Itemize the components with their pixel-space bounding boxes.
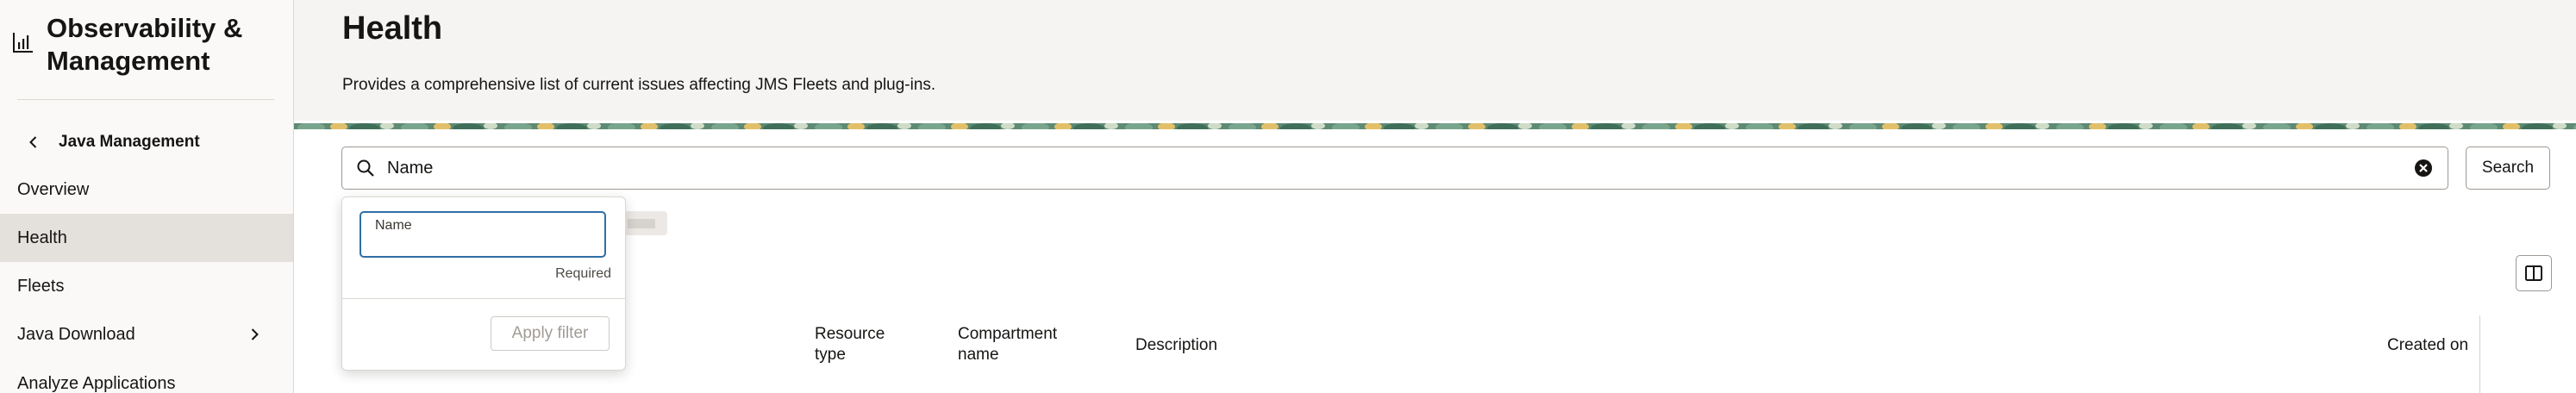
sidebar-item-label: Overview: [17, 179, 90, 199]
back-label: Java Management: [59, 133, 200, 151]
column-header-compartment-name[interactable]: Compartment name: [958, 324, 1079, 365]
column-header-resource-type[interactable]: Resource type: [815, 324, 910, 365]
brand: Observability & Management: [12, 12, 288, 78]
sidebar-item-label: Health: [17, 228, 67, 247]
sidebar-item-analyze-applications[interactable]: Analyze Applications: [0, 374, 293, 393]
sidebar-item-java-download[interactable]: Java Download: [0, 310, 293, 359]
column-header-created-on[interactable]: Created on: [2387, 335, 2468, 356]
name-field-label: Name: [375, 218, 412, 233]
back-to-java-management[interactable]: Java Management: [26, 129, 200, 155]
column-header-description[interactable]: Description: [1135, 335, 1217, 356]
sidebar: Observability & Management Java Manageme…: [0, 0, 294, 393]
manage-columns-button[interactable]: [2516, 255, 2552, 291]
sidebar-item-label: Analyze Applications: [17, 374, 176, 393]
search-icon: [357, 159, 374, 177]
popover-divider: [342, 298, 625, 299]
search-input-container[interactable]: Name: [341, 147, 2448, 190]
filter-popover: Name Required Apply filter: [341, 196, 626, 371]
page-header: Health Provides a comprehensive list of …: [294, 0, 2576, 121]
page-description: Provides a comprehensive list of current…: [342, 76, 936, 94]
apply-filter-button[interactable]: Apply filter: [491, 316, 610, 351]
column-divider: [2479, 315, 2480, 393]
page-title: Health: [342, 10, 443, 47]
sidebar-item-health[interactable]: Health: [0, 214, 293, 262]
banner-pattern: [294, 123, 2576, 129]
sidebar-item-label: Fleets: [17, 276, 65, 296]
sidebar-divider: [17, 99, 274, 100]
filter-chip-placeholder: [622, 211, 667, 235]
search-button[interactable]: Search: [2466, 147, 2550, 190]
name-field[interactable]: Name: [360, 211, 606, 258]
chevron-right-icon: [251, 328, 259, 340]
columns-icon: [2525, 265, 2542, 281]
clear-icon[interactable]: [2413, 158, 2434, 178]
sidebar-item-overview[interactable]: Overview: [0, 165, 293, 214]
sidebar-item-label: Java Download: [17, 324, 135, 344]
brand-title: Observability & Management: [47, 13, 243, 76]
sidebar-item-fleets[interactable]: Fleets: [0, 262, 293, 310]
search-input-value[interactable]: Name: [387, 159, 433, 178]
required-hint: Required: [555, 266, 611, 281]
decorative-banner: [294, 121, 2576, 129]
chart-icon: [13, 33, 33, 53]
chevron-left-icon: [29, 136, 37, 148]
name-input[interactable]: [373, 235, 597, 256]
